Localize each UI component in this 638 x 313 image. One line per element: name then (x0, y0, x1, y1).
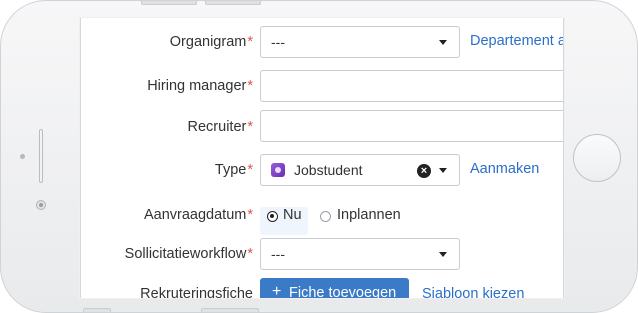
volume-button-top (141, 1, 197, 5)
radio-plan[interactable] (320, 211, 331, 222)
plus-icon: + (272, 283, 282, 298)
mute-button-bottom (83, 308, 111, 312)
choose-template-link[interactable]: Sjabloon kiezen (422, 286, 524, 298)
radio-now-label[interactable]: Nu (283, 207, 302, 223)
sollicitatieworkflow-select[interactable]: --- (260, 238, 460, 270)
screen: Organigram* --- Departement a Hiring man… (80, 18, 564, 298)
type-select[interactable]: Jobstudent × (260, 154, 460, 186)
volume-button-top-2 (205, 1, 261, 5)
type-create-link[interactable]: Aanmaken (470, 161, 539, 177)
organigram-select[interactable]: --- (260, 26, 460, 58)
radio-now[interactable] (267, 211, 278, 222)
hiring-manager-label: Hiring manager* (147, 78, 253, 94)
chevron-down-icon (439, 40, 447, 45)
phone-frame: Organigram* --- Departement a Hiring man… (0, 0, 638, 313)
chevron-down-icon (439, 168, 447, 173)
chevron-down-icon (439, 252, 447, 257)
speaker-slot (39, 129, 43, 183)
sollicitatieworkflow-value: --- (271, 246, 285, 262)
sollicitatieworkflow-label: Sollicitatieworkflow* (124, 246, 253, 262)
power-button-bottom (201, 308, 259, 312)
organigram-value: --- (271, 34, 285, 50)
sensor-dot (20, 154, 25, 159)
type-value: Jobstudent (294, 162, 363, 178)
home-button[interactable] (573, 134, 621, 182)
aanvraagdatum-label: Aanvraagdatum* (143, 207, 253, 223)
organigram-link[interactable]: Departement a (470, 33, 563, 49)
organigram-label: Organigram* (169, 34, 253, 50)
rekruteringsfiche-label: Rekruteringsfiche (140, 286, 253, 298)
hiring-manager-input[interactable] (260, 70, 563, 102)
clear-icon[interactable]: × (417, 164, 431, 178)
recruiter-label: Recruiter* (187, 119, 253, 135)
radio-plan-label[interactable]: Inplannen (337, 207, 401, 223)
add-fiche-button[interactable]: + Fiche toevoegen (260, 278, 409, 298)
recruiter-input[interactable] (260, 110, 563, 142)
camera-icon (36, 200, 46, 210)
add-fiche-label: Fiche toevoegen (289, 285, 397, 298)
jobstudent-type-icon (271, 163, 285, 177)
type-label: Type* (214, 162, 253, 178)
